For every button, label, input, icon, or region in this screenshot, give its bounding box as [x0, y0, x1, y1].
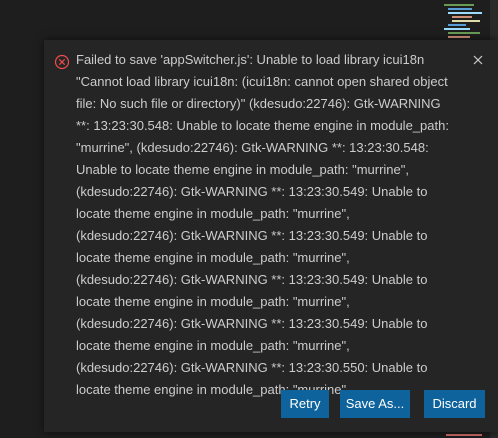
- retry-button[interactable]: Retry: [281, 390, 329, 418]
- minimap-line: [444, 28, 470, 30]
- minimap-line: [448, 8, 472, 10]
- minimap-line: [448, 24, 466, 26]
- minimap-line: [448, 32, 480, 34]
- minimap-line: [448, 36, 470, 38]
- minimap-line: [446, 434, 482, 436]
- minimap-line: [452, 20, 480, 22]
- minimap-line: [448, 12, 482, 14]
- close-icon[interactable]: [470, 52, 486, 68]
- minimap-line: [452, 16, 472, 18]
- minimap-line: [444, 4, 474, 6]
- error-icon: [54, 54, 70, 70]
- discard-button[interactable]: Discard: [424, 390, 485, 418]
- save-error-dialog: Failed to save 'appSwitcher.js': Unable …: [44, 40, 498, 432]
- save-as-button[interactable]: Save As...: [340, 390, 410, 418]
- dialog-message: Failed to save 'appSwitcher.js': Unable …: [76, 52, 425, 67]
- dialog-detail: "Cannot load library icui18n: (icui18n: …: [76, 74, 449, 397]
